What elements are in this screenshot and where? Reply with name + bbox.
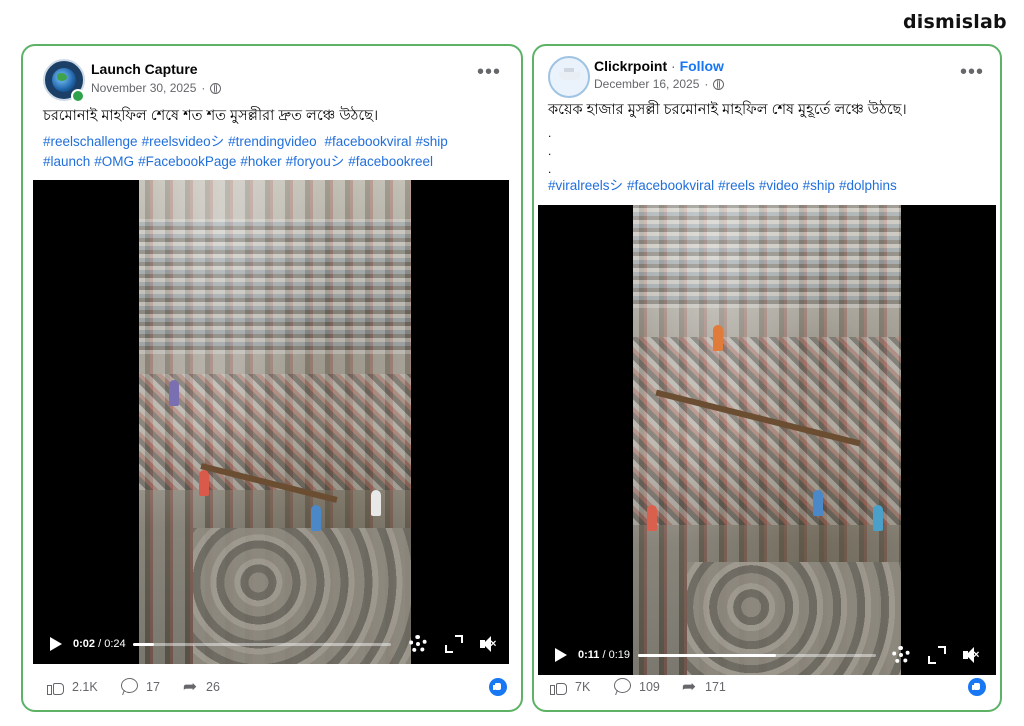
mute-icon[interactable]: × [962,646,980,664]
hashtag[interactable]: #foryouシ [286,154,345,169]
video-time: 0:11 / 0:19 [578,649,631,661]
hashtags-line-2: #launch #OMG #FacebookPage #hoker #foryouシ #f… [43,152,437,172]
hashtag[interactable]: #reelschallenge [43,134,138,149]
like-count: 2.1K [72,680,98,694]
share-stat[interactable]: ➦ 26 [181,678,220,696]
like-icon [550,678,568,696]
share-count: 26 [206,680,220,694]
settings-gear-icon[interactable] [892,646,910,664]
post-header: Clickrpoint · Follow December 16, 2025 ·… [534,46,1000,106]
hashtag[interactable]: #OMG [94,154,134,169]
hashtags-line-1: #reelschallenge #reelsvideoシ #trendingvide… [43,132,452,152]
video-controls: 0:02 / 0:24 × [33,624,509,664]
like-stat[interactable]: 2.1K [47,678,98,696]
comment-count: 109 [639,680,660,694]
hashtag[interactable]: #hoker [240,154,281,169]
hashtag[interactable]: #launch [43,154,90,169]
fullscreen-icon[interactable] [445,635,463,653]
follow-button[interactable]: Follow [680,58,724,74]
page-name[interactable]: Launch Capture [91,61,198,77]
hashtag[interactable]: #facebookviral [627,178,714,193]
hashtag[interactable]: #viralreelsシ [548,178,623,193]
facebook-post-1: Launch Capture November 30, 2025 · ••• চ… [21,44,523,712]
settings-gear-icon[interactable] [409,635,427,653]
post-caption: চরমোনাই মাহফিল শেষে শত শত মুসল্লীরা দ্রু… [43,108,379,124]
post-date[interactable]: November 30, 2025 [91,81,196,95]
online-status-dot [71,89,85,103]
post-footer: 2.1K 17 ➦ 26 [23,666,521,710]
page-name[interactable]: Clickrpoint · Follow [594,58,724,74]
post-footer: 7K 109 ➦ 171 [534,666,1000,710]
video-player[interactable]: 0:02 / 0:24 × [33,180,509,664]
video-frame [633,205,901,675]
post-date[interactable]: December 16, 2025 [594,77,699,91]
hashtag[interactable]: #video [759,178,799,193]
reaction-like-icon[interactable] [489,678,507,696]
hashtags-line-1: #viralreelsシ #facebookviral #reels #video #s… [548,176,901,196]
reaction-like-icon[interactable] [968,678,986,696]
share-icon: ➦ [182,677,198,696]
globe-icon [713,78,725,90]
hashtag[interactable]: #reels [718,178,755,193]
share-count: 171 [705,680,726,694]
more-options-icon[interactable]: ••• [960,62,984,82]
comment-icon [614,678,632,696]
facebook-post-2: Clickrpoint · Follow December 16, 2025 ·… [532,44,1002,712]
fullscreen-icon[interactable] [928,646,946,664]
comment-count: 17 [146,680,160,694]
hashtag[interactable]: #reelsvideoシ [142,134,225,149]
video-frame [139,180,411,664]
video-progress-bar[interactable] [638,653,876,657]
like-icon [47,678,65,696]
play-icon[interactable] [50,637,62,651]
video-player[interactable]: 0:11 / 0:19 × [538,205,996,675]
share-icon: ➦ [681,677,697,696]
hashtag[interactable]: #facebookviral [324,134,411,149]
mute-icon[interactable]: × [479,635,497,653]
hashtag[interactable]: #FacebookPage [138,154,236,169]
video-time: 0:02 / 0:24 [73,638,126,650]
like-count: 7K [575,680,591,694]
post-header: Launch Capture November 30, 2025 · ••• [23,46,521,106]
more-options-icon[interactable]: ••• [477,62,501,82]
avatar[interactable] [548,56,590,98]
post-meta: December 16, 2025 · [594,77,725,91]
share-stat[interactable]: ➦ 171 [680,678,726,696]
hashtag[interactable]: #ship [803,178,835,193]
hashtag[interactable]: #dolphins [839,178,897,193]
comment-stat[interactable]: 109 [614,678,660,696]
comment-stat[interactable]: 17 [121,678,160,696]
post-caption: কয়েক হাজার মুসল্লী চরমোনাই মাহফিল শেষ ম… [548,102,907,118]
like-stat[interactable]: 7K [550,678,590,696]
hashtag[interactable]: #facebookreel [348,154,433,169]
video-progress-bar[interactable] [133,642,391,646]
hashtag[interactable]: #ship [416,134,448,149]
dismislab-logo: dismislab [903,11,1007,33]
caption-dot: . [548,126,552,140]
comment-icon [121,678,139,696]
caption-dot: . [548,144,552,158]
post-meta: November 30, 2025 · [91,81,222,95]
hashtag[interactable]: #trendingvideo [228,134,317,149]
play-icon[interactable] [555,648,567,662]
globe-icon [210,82,222,94]
